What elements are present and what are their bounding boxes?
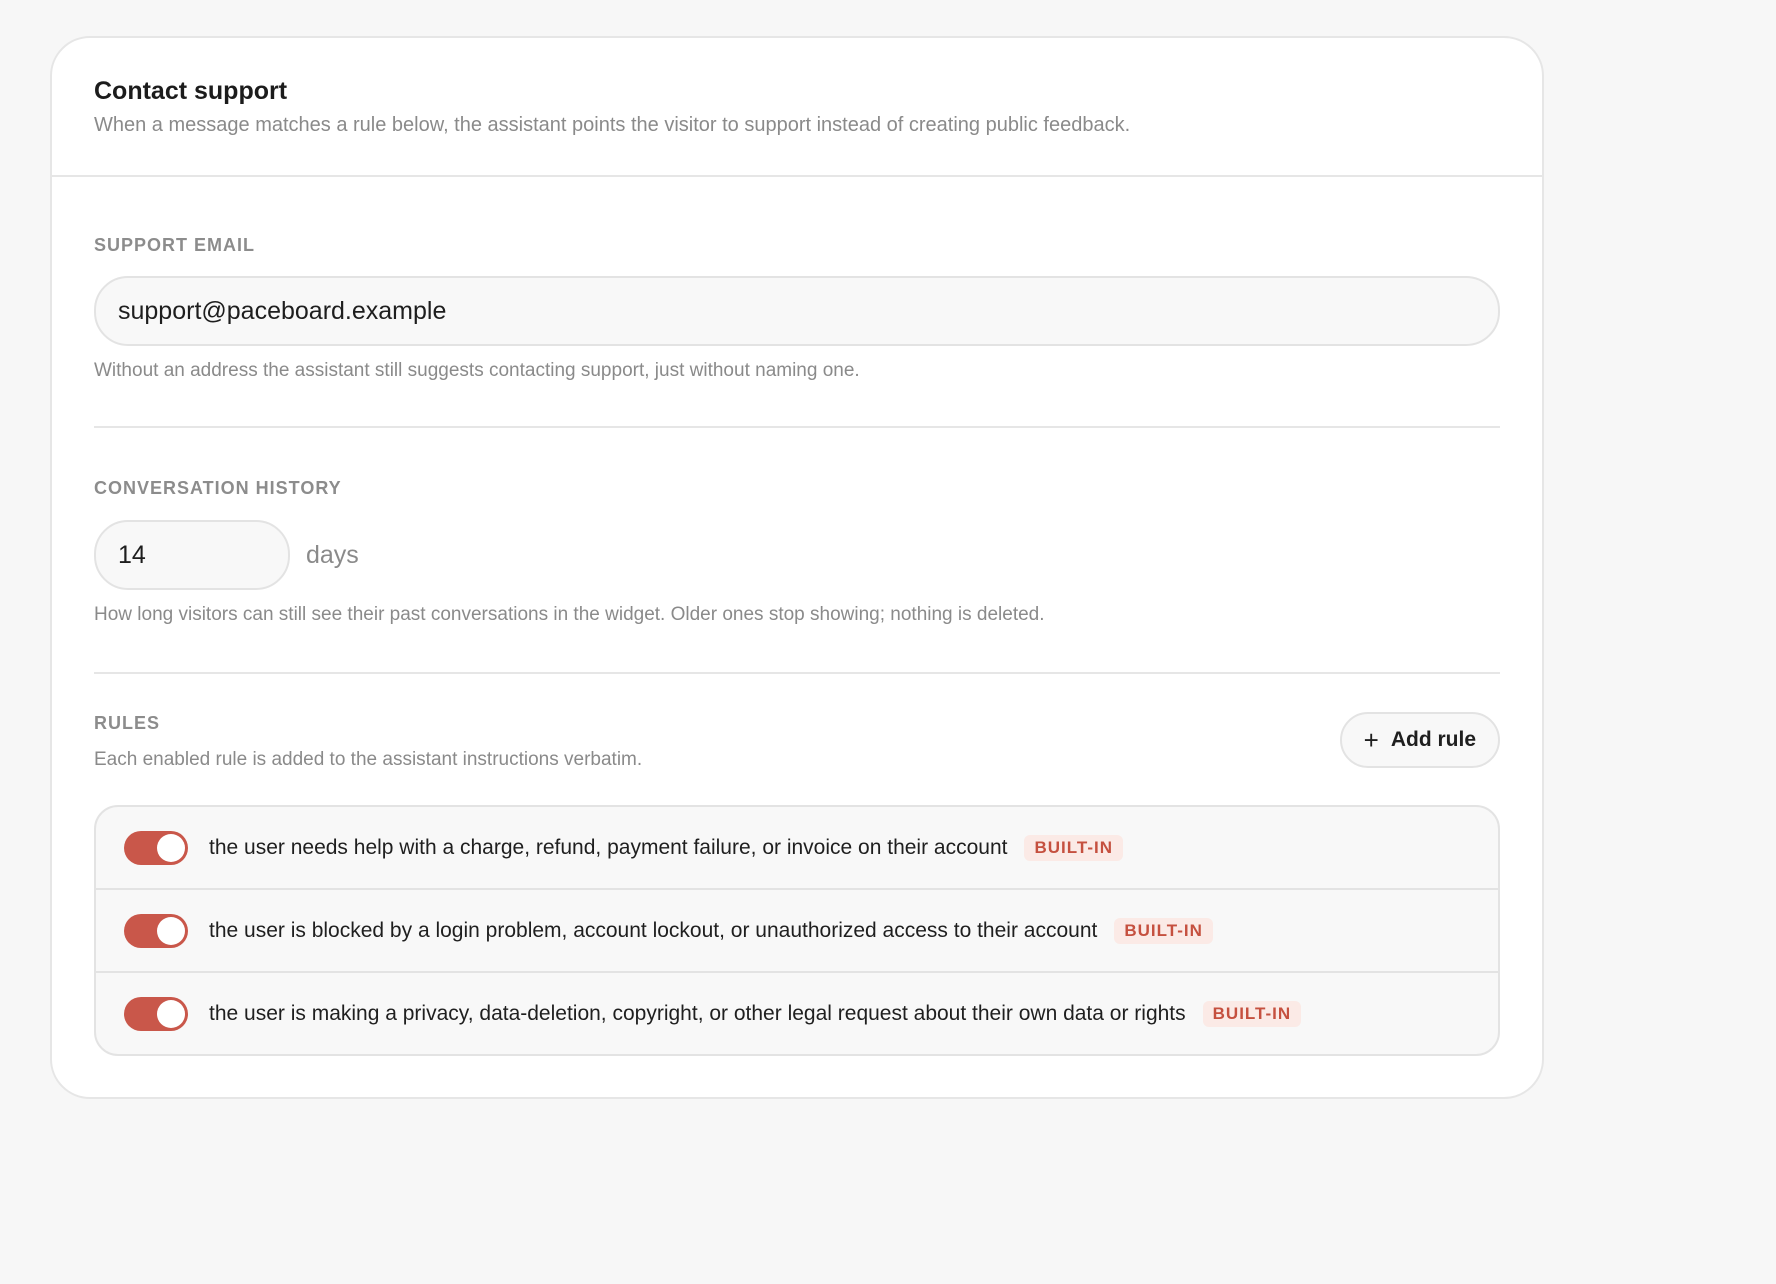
- history-row: 14 days: [94, 520, 1500, 590]
- history-unit: days: [306, 540, 359, 569]
- page-subtitle: When a message matches a rule below, the…: [94, 114, 1131, 136]
- card-body: SUPPORT EMAIL support@paceboard.example …: [52, 234, 1542, 1056]
- history-days-input[interactable]: 14: [94, 520, 290, 590]
- history-label: CONVERSATION HISTORY: [94, 478, 342, 498]
- add-rule-button[interactable]: + Add rule: [1339, 712, 1500, 768]
- rule-text: the user needs help with a charge, refun…: [209, 835, 1008, 859]
- built-in-badge: BUILT-IN: [1202, 1000, 1302, 1027]
- support-email-input[interactable]: support@paceboard.example: [94, 276, 1500, 346]
- card-header: Contact support When a message matches a…: [52, 38, 1542, 177]
- rule-item: the user is blocked by a login problem, …: [96, 890, 1498, 973]
- toggle-knob: [157, 999, 185, 1028]
- rules-heading: RULES Each enabled rule is added to the …: [94, 712, 642, 772]
- page-title: Contact support: [94, 77, 288, 105]
- rules-list: the user needs help with a charge, refun…: [94, 805, 1500, 1056]
- rule-toggle[interactable]: [124, 913, 188, 948]
- rule-toggle[interactable]: [124, 830, 188, 865]
- rules-label: RULES: [94, 713, 161, 733]
- contact-support-card: Contact support When a message matches a…: [50, 36, 1544, 1099]
- toggle-knob: [157, 833, 185, 862]
- plus-icon: +: [1363, 725, 1379, 755]
- rules-help: Each enabled rule is added to the assist…: [94, 749, 643, 770]
- support-email-label: SUPPORT EMAIL: [94, 235, 256, 255]
- history-help: How long visitors can still see their pa…: [94, 604, 1045, 625]
- toggle-knob: [157, 916, 185, 945]
- rule-text: the user is making a privacy, data-delet…: [209, 1001, 1186, 1025]
- rules-header: RULES Each enabled rule is added to the …: [94, 712, 1500, 772]
- divider: [94, 426, 1500, 428]
- divider: [94, 672, 1500, 674]
- built-in-badge: BUILT-IN: [1114, 917, 1213, 944]
- add-rule-label: Add rule: [1390, 728, 1476, 751]
- rule-text: the user is blocked by a login problem, …: [209, 918, 1098, 942]
- rule-item: the user is making a privacy, data-delet…: [96, 973, 1498, 1054]
- built-in-badge: BUILT-IN: [1024, 834, 1123, 861]
- rule-item: the user needs help with a charge, refun…: [96, 807, 1498, 890]
- support-email-help: Without an address the assistant still s…: [94, 360, 860, 381]
- rule-toggle[interactable]: [124, 996, 188, 1031]
